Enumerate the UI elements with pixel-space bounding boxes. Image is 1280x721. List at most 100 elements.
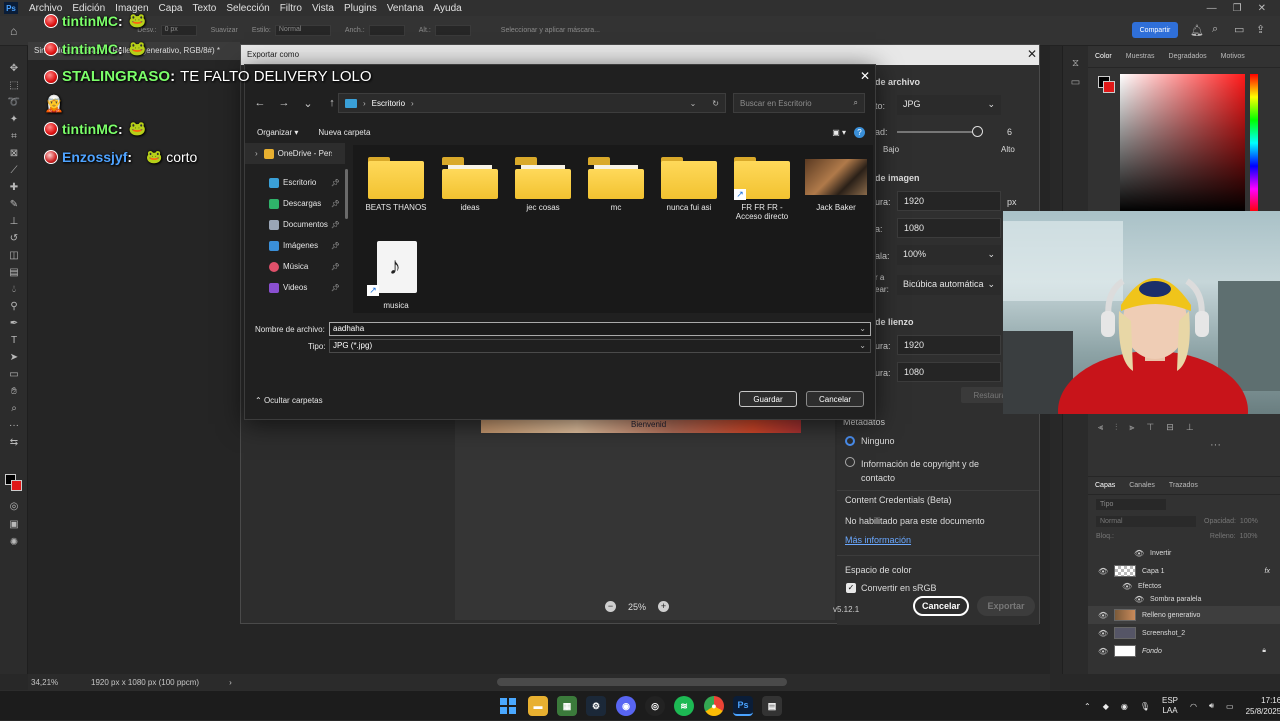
panel-background-swatch[interactable] — [1103, 81, 1115, 93]
quality-slider[interactable] — [897, 131, 977, 133]
layer-row[interactable]: 👁︎ Invertir — [1088, 544, 1280, 562]
zoom-out-icon[interactable]: − — [605, 601, 616, 612]
folder-mc[interactable]: mc — [583, 155, 649, 212]
obs-icon[interactable]: ◎ — [645, 696, 665, 716]
resample-select[interactable]: Bicúbica automática ⌄ — [897, 275, 1001, 295]
metadata-copyright-radio[interactable] — [845, 457, 855, 467]
nav-scrollbar[interactable] — [345, 169, 348, 219]
menu-texto[interactable]: Texto — [187, 3, 221, 14]
chrome-icon[interactable]: ● — [704, 696, 724, 716]
zoom-tool-icon[interactable]: ⌕ — [0, 400, 28, 417]
cancel-button[interactable]: Cancelar — [806, 391, 864, 407]
frame-tool-icon[interactable]: ⊠ — [0, 145, 28, 162]
address-bar[interactable]: › Escritorio › ⌄ ↻ — [338, 93, 726, 113]
align-center-icon[interactable]: ⫶ — [1115, 422, 1117, 433]
zoom-level[interactable]: 34,21% — [31, 678, 91, 687]
tab-channels[interactable]: Canales — [1122, 482, 1162, 489]
wifi-icon[interactable]: ◠ — [1190, 702, 1197, 711]
eyedropper-icon[interactable]: ⟋ — [0, 162, 28, 179]
canvas-width-input[interactable]: 1920 — [897, 335, 1001, 355]
window-close-icon[interactable]: ✕ — [1258, 3, 1266, 14]
tab-paths[interactable]: Trazados — [1162, 482, 1205, 489]
forward-arrow-icon[interactable]: → — [273, 92, 295, 114]
image-height-input[interactable]: 1080 — [897, 218, 1001, 238]
align-left-icon[interactable]: ⫷ — [1098, 422, 1103, 433]
align-top-icon[interactable]: ⊤ — [1146, 422, 1154, 433]
volume-icon[interactable]: 🔊︎ — [1209, 701, 1214, 711]
align-right-icon[interactable]: ⫸ — [1129, 422, 1134, 433]
swap-colors-icon[interactable]: ⇆ — [0, 434, 28, 451]
nav-escritorio[interactable]: Escritorio 📌︎ — [245, 172, 345, 193]
menu-seleccion[interactable]: Selección — [221, 3, 274, 14]
visibility-eye-icon[interactable]: 👁︎ — [1098, 611, 1114, 620]
visibility-eye-icon[interactable]: 👁︎ — [1098, 567, 1114, 576]
visibility-eye-icon[interactable]: 👁︎ — [1122, 582, 1138, 591]
menu-capa[interactable]: Capa — [154, 3, 188, 14]
height-input[interactable] — [434, 25, 471, 36]
tab-swatches[interactable]: Muestras — [1119, 53, 1162, 60]
blend-mode-select[interactable]: Normal — [1096, 516, 1196, 527]
bell-icon[interactable]: 🔔︎ — [1190, 24, 1204, 37]
layer-row[interactable]: 👁︎ Capa 1 fx — [1088, 562, 1280, 580]
hand-tool-icon[interactable]: ✋︎ — [0, 383, 28, 400]
folder-ideas[interactable]: ideas — [437, 155, 503, 212]
align-bottom-icon[interactable]: ⊥ — [1186, 422, 1194, 433]
visibility-eye-icon[interactable]: 👁︎ — [1134, 595, 1150, 604]
gradient-tool-icon[interactable]: ▤ — [0, 264, 28, 281]
close-icon[interactable]: ✕ — [857, 69, 873, 83]
expand-chevron-icon[interactable]: › — [255, 149, 258, 158]
clock[interactable]: 17:16 25/8/2025 — [1246, 695, 1280, 717]
restore-icon[interactable]: ❐ — [1233, 3, 1242, 14]
help-icon[interactable]: ? — [854, 126, 865, 138]
history-brush-icon[interactable]: ↺ — [0, 230, 28, 247]
horizontal-scrollbar[interactable] — [496, 678, 787, 686]
eraser-icon[interactable]: ◫ — [0, 247, 28, 264]
crop-tool-icon[interactable]: ⌗ — [0, 128, 28, 145]
screen-mode-icon[interactable]: ▣ — [0, 516, 28, 533]
filetype-select[interactable]: JPG (*.jpg) ⌄ — [329, 339, 871, 353]
zoom-in-icon[interactable]: + — [658, 601, 670, 612]
visibility-eye-icon[interactable]: 👁︎ — [1098, 647, 1114, 656]
more-info-link[interactable]: Más información — [845, 535, 911, 545]
minecraft-icon[interactable]: ▦ — [557, 696, 577, 716]
convert-srgb-checkbox[interactable]: ✓ — [846, 583, 856, 593]
folder-jec-cosas[interactable]: jec cosas — [510, 155, 576, 212]
align-middle-icon[interactable]: ⊟ — [1166, 422, 1174, 433]
width-input[interactable] — [368, 25, 405, 36]
opacity-value[interactable]: 100% — [1240, 518, 1258, 525]
folder-nunca-fui-asi[interactable]: nunca fui asi — [656, 155, 722, 212]
rectangle-tool-icon[interactable]: ▭ — [0, 366, 28, 383]
steam-icon[interactable]: ⚙ — [586, 696, 606, 716]
share-button[interactable]: Compartir — [1132, 22, 1178, 38]
tab-color[interactable]: Color — [1088, 53, 1119, 60]
start-button[interactable] — [498, 696, 518, 716]
more-tools-icon[interactable]: ··· — [0, 417, 28, 434]
discord-icon[interactable]: ◉ — [616, 696, 636, 716]
file-explorer-icon[interactable]: ▬ — [528, 696, 548, 716]
tray-app-icon[interactable]: ◆ — [1103, 702, 1109, 711]
nav-onedrive[interactable]: › OneDrive - Personal — [245, 143, 345, 164]
move-tool-icon[interactable]: ✥ — [0, 60, 28, 77]
fx-badge[interactable]: fx — [1265, 568, 1280, 575]
tab-patterns[interactable]: Motivos — [1214, 53, 1252, 60]
type-tool-icon[interactable]: T — [0, 332, 28, 349]
layer-row-selected[interactable]: 👁︎ Relleno generativo — [1088, 606, 1280, 624]
file-jack-baker[interactable]: Jack Baker — [803, 155, 869, 212]
save-button[interactable]: Guardar — [739, 391, 797, 407]
layer-effects-row[interactable]: 👁︎ Efectos — [1088, 580, 1280, 593]
feather-input[interactable]: 0 px — [160, 25, 197, 36]
antialias-checkbox[interactable]: Suavizar — [211, 27, 238, 34]
magic-wand-icon[interactable]: ✦ — [0, 111, 28, 128]
share-icon[interactable]: ⇪ — [1256, 23, 1265, 36]
hide-folders-toggle[interactable]: ⌃ Ocultar carpetas — [255, 396, 323, 405]
menu-vista[interactable]: Vista — [307, 3, 339, 14]
quick-mask-icon[interactable]: ◎ — [0, 498, 28, 515]
healing-brush-icon[interactable]: ✚ — [0, 179, 28, 196]
visibility-eye-icon[interactable]: 👁︎ — [1134, 549, 1150, 558]
breadcrumb-escritorio[interactable]: Escritorio — [372, 99, 405, 108]
menu-ayuda[interactable]: Ayuda — [429, 3, 467, 14]
menu-ventana[interactable]: Ventana — [382, 3, 429, 14]
menu-filtro[interactable]: Filtro — [275, 3, 307, 14]
language-indicator[interactable]: ESP LAA — [1162, 696, 1178, 716]
quality-slider-thumb[interactable] — [972, 126, 983, 137]
